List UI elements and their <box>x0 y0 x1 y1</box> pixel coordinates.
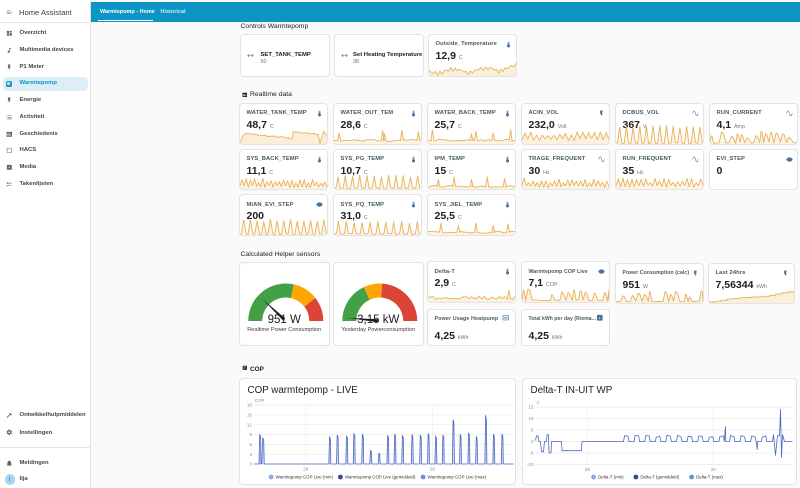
svg-text:15: 15 <box>528 404 534 409</box>
svg-text:Delta-T (gemiddeld): Delta-T (gemiddeld) <box>640 474 679 479</box>
svg-text:COP: COP <box>255 398 264 403</box>
svg-text:Delta-T (max): Delta-T (max) <box>696 474 723 479</box>
svg-text:0: 0 <box>249 461 252 466</box>
svg-text:-10: -10 <box>526 462 533 467</box>
svg-text:C: C <box>536 400 539 405</box>
svg-text:29: 29 <box>584 467 590 472</box>
svg-text:6: 6 <box>249 441 252 446</box>
svg-text:9: 9 <box>249 432 252 437</box>
svg-text:5: 5 <box>530 427 533 432</box>
svg-text:29: 29 <box>303 466 309 471</box>
svg-text:20: 20 <box>429 466 435 471</box>
svg-text:-5: -5 <box>529 450 534 455</box>
svg-text:Warmtepomp COP Live (min): Warmtepomp COP Live (min) <box>275 474 333 479</box>
svg-text:15: 15 <box>246 412 252 417</box>
svg-text:20: 20 <box>710 467 716 472</box>
svg-text:10: 10 <box>528 416 534 421</box>
svg-text:Warmtepomp COP Live (gemiddeld: Warmtepomp COP Live (gemiddeld) <box>344 474 415 479</box>
svg-text:Warmtepomp COP Live (max): Warmtepomp COP Live (max) <box>427 474 486 479</box>
svg-text:Delta-T (min): Delta-T (min) <box>598 474 624 479</box>
svg-text:3: 3 <box>249 451 252 456</box>
svg-text:12: 12 <box>246 422 252 427</box>
svg-text:18: 18 <box>246 402 252 407</box>
svg-text:0: 0 <box>530 439 533 444</box>
